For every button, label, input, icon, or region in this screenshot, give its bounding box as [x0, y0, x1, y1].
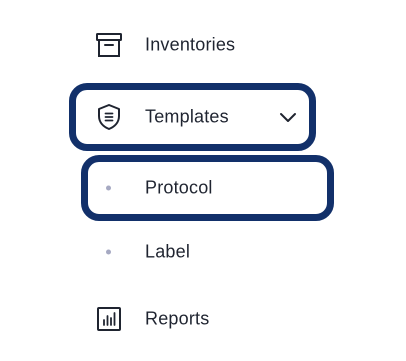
sidebar-subitem-protocol[interactable]: Protocol [0, 164, 406, 212]
shield-list-icon [98, 104, 120, 130]
sidebar-item-reports[interactable]: Reports [0, 295, 406, 343]
archive-box-icon [96, 33, 122, 57]
sidebar-item-templates[interactable]: Templates [0, 93, 406, 141]
chevron-down-icon[interactable] [278, 107, 298, 127]
sidebar-nav: Inventories Templates Protocol Label Rep… [0, 0, 406, 361]
sidebar-item-label: Reports [145, 308, 210, 329]
bullet-dot-icon [106, 249, 111, 255]
sidebar-item-label: Templates [145, 106, 229, 127]
sidebar-item-inventories[interactable]: Inventories [0, 21, 406, 69]
bullet-dot-icon [106, 185, 111, 191]
sidebar-item-label: Inventories [145, 34, 236, 55]
sidebar-item-label: Protocol [145, 177, 213, 198]
bar-chart-icon [97, 307, 121, 331]
sidebar-subitem-label[interactable]: Label [0, 228, 406, 276]
sidebar-item-label: Label [145, 241, 191, 262]
